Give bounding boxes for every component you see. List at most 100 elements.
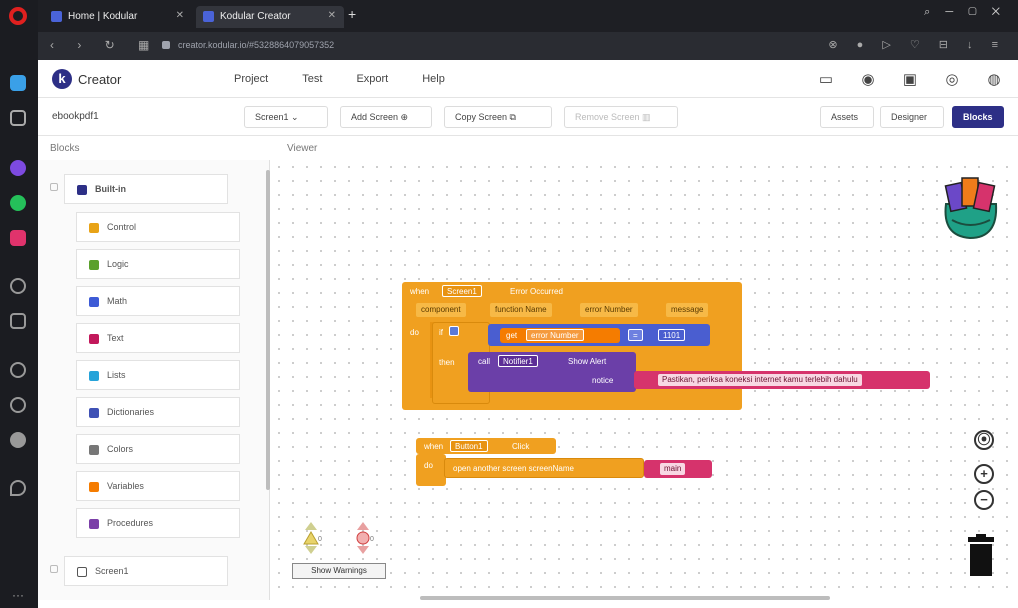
folder-icon[interactable]: ▭	[818, 70, 834, 88]
variables-icon	[89, 482, 99, 492]
header-icons: ▭ ◉ ▣ ◎ ◍	[818, 70, 1002, 88]
workspace-horizontal-scrollbar[interactable]	[420, 596, 830, 600]
player-icon[interactable]	[10, 313, 26, 329]
tree-item-text[interactable]: Text	[76, 323, 240, 353]
chevron-down-icon: ⌄	[291, 112, 299, 122]
crypto-wallet-icon[interactable]	[10, 278, 26, 294]
tree-item-procedures[interactable]: Procedures	[76, 508, 240, 538]
menu-export[interactable]: Export	[356, 73, 388, 85]
control-icon	[89, 223, 99, 233]
gear-icon[interactable]	[449, 326, 459, 336]
close-tab-icon[interactable]: ✕	[176, 10, 184, 21]
error-count: 0	[370, 536, 374, 543]
community-icon[interactable]: ◉	[860, 70, 876, 88]
tree-item-builtin[interactable]: Built-in	[64, 174, 228, 204]
blocks-button[interactable]: Blocks	[952, 106, 1004, 128]
instagram-icon[interactable]	[10, 230, 26, 246]
param-function-name[interactable]: function Name	[490, 303, 552, 317]
param-error-number[interactable]: error Number	[580, 303, 638, 317]
show-warnings-button[interactable]: Show Warnings	[292, 563, 386, 579]
window-controls[interactable]: ⌕ ─ ▢ ✕	[924, 6, 1006, 19]
browser-tabbar: Home | Kodular ✕ Kodular Creator ✕ + ⌕ ─…	[38, 0, 1018, 32]
lists-icon	[89, 371, 99, 381]
whatsapp-icon[interactable]	[10, 195, 26, 211]
copy-screen-button[interactable]: Copy Screen ⧉	[444, 106, 552, 128]
lock-icon	[162, 41, 170, 49]
screen-selector[interactable]: Screen1 ⌄	[244, 106, 328, 128]
variable-dropdown[interactable]: error Number	[526, 329, 584, 341]
designer-button[interactable]: Designer	[880, 106, 944, 128]
menu-help[interactable]: Help	[422, 73, 445, 85]
tree-item-control[interactable]: Control	[76, 212, 240, 242]
param-component[interactable]: component	[416, 303, 466, 317]
logic-icon	[89, 260, 99, 270]
get-variable-block[interactable]: get error Number	[500, 328, 620, 343]
messenger-icon[interactable]	[10, 160, 26, 176]
speed-dial-icon[interactable]	[10, 75, 26, 91]
number-value[interactable]: 1101	[658, 329, 686, 341]
notice-text[interactable]: Pastikan, periksa koneksi internet kamu …	[658, 374, 862, 386]
remove-screen-button[interactable]: Remove Screen ▥	[564, 106, 678, 128]
math-compare-block[interactable]: get error Number = 1101	[488, 324, 710, 346]
backpack-icon[interactable]	[936, 174, 1006, 242]
zoom-out-icon[interactable]: −	[974, 490, 994, 510]
location-icon[interactable]	[10, 480, 26, 496]
tree-item-colors[interactable]: Colors	[76, 434, 240, 464]
home-icon[interactable]	[10, 110, 26, 126]
add-screen-button[interactable]: Add Screen ⊕	[340, 106, 432, 128]
opera-logo-icon[interactable]	[9, 7, 27, 25]
address-bar-row: ‹ › ↻ ▦ creator.kodular.io/#532886407905…	[38, 32, 1018, 60]
operator-dropdown[interactable]: =	[628, 329, 643, 341]
component-dropdown[interactable]: Screen1	[442, 285, 482, 297]
bookmarks-icon[interactable]	[10, 362, 26, 378]
copy-icon: ⧉	[509, 112, 516, 122]
text-string-block[interactable]: Pastikan, periksa koneksi internet kamu …	[634, 371, 930, 389]
notifier-dropdown[interactable]: Notifier1	[498, 355, 538, 367]
more-icon[interactable]: ···	[12, 588, 24, 602]
gallery-icon[interactable]: ▣	[902, 70, 918, 88]
support-icon[interactable]: ◎	[944, 70, 960, 88]
colors-icon	[89, 445, 99, 455]
kodular-favicon-icon	[51, 11, 62, 22]
collapse-builtin-toggle[interactable]	[50, 183, 58, 191]
close-tab-icon[interactable]: ✕	[328, 10, 336, 21]
collapse-screen-toggle[interactable]	[50, 565, 58, 573]
tab-home-kodular[interactable]: Home | Kodular ✕	[44, 6, 192, 28]
event-block-button-click[interactable]: when Button1 Click	[416, 438, 556, 454]
tree-item-lists[interactable]: Lists	[76, 360, 240, 390]
blocks-panel-title: Blocks	[50, 143, 80, 154]
url-text[interactable]: creator.kodular.io/#5328864079057352	[178, 40, 334, 50]
blocks-panel-scrollbar[interactable]	[266, 170, 270, 490]
tree-item-dictionaries[interactable]: Dictionaries	[76, 397, 240, 427]
project-toolbar: ebookpdf1 Screen1 ⌄ Add Screen ⊕ Copy Sc…	[38, 98, 1018, 136]
menu-project[interactable]: Project	[234, 73, 268, 85]
add-icon: ⊕	[400, 112, 409, 122]
button-dropdown[interactable]: Button1	[450, 440, 488, 452]
new-tab-icon[interactable]: +	[348, 6, 356, 22]
text-icon	[89, 334, 99, 344]
zoom-in-icon[interactable]: +	[974, 464, 994, 484]
tab-kodular-creator[interactable]: Kodular Creator ✕	[196, 6, 344, 28]
navigation-buttons[interactable]: ‹ › ↻ ▦	[50, 38, 159, 52]
viewer-panel-title: Viewer	[287, 143, 318, 154]
tree-item-math[interactable]: Math	[76, 286, 240, 316]
trash-icon[interactable]	[966, 534, 996, 576]
history-icon[interactable]	[10, 397, 26, 413]
screen-name-text-block[interactable]: main	[644, 460, 712, 478]
open-another-screen-block[interactable]: open another screen screenName	[444, 458, 644, 478]
builtin-icon	[77, 185, 87, 195]
assets-button[interactable]: Assets	[820, 106, 874, 128]
account-icon[interactable]: ◍	[986, 70, 1002, 88]
math-icon	[89, 297, 99, 307]
center-workspace-icon[interactable]: ⦿	[974, 430, 994, 450]
tree-item-variables[interactable]: Variables	[76, 471, 240, 501]
tree-item-logic[interactable]: Logic	[76, 249, 240, 279]
param-message[interactable]: message	[666, 303, 709, 317]
app-header: k Creator Project Test Export Help ▭ ◉ ▣…	[38, 60, 1018, 98]
menu-test[interactable]: Test	[302, 73, 322, 85]
screen-name-text[interactable]: main	[660, 463, 686, 475]
settings-icon[interactable]	[10, 432, 26, 448]
call-notifier-block[interactable]: call Notifier1 Show Alert notice	[468, 352, 636, 392]
tree-item-screen1[interactable]: Screen1	[64, 556, 228, 586]
address-bar-actions[interactable]: ⊗ ● ▷ ♡ ⊟ ↓ ≡	[828, 38, 1006, 51]
